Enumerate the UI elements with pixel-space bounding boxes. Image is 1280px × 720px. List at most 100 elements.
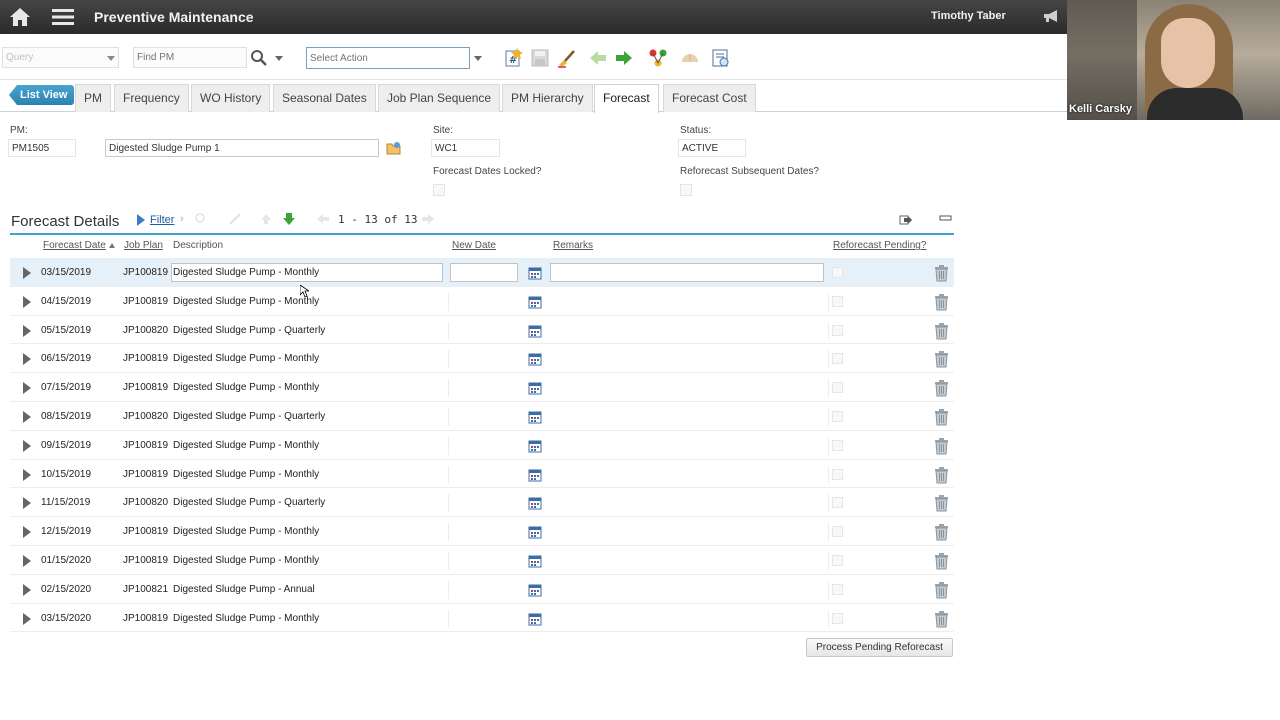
previous-page-icon[interactable] [316, 212, 330, 226]
table-row[interactable]: 11/15/2019 JP100820 Digested Sludge Pump -… [10, 488, 954, 518]
calendar-icon[interactable] [528, 295, 542, 309]
trash-icon[interactable] [933, 322, 950, 340]
row-expand-icon[interactable] [23, 497, 31, 510]
row-expand-icon[interactable] [23, 410, 31, 423]
column-header-new-date[interactable]: New Date [452, 240, 496, 251]
reforecast-pending-checkbox[interactable] [832, 468, 843, 480]
table-row[interactable]: 04/15/2019 JP100819 Digested Sludge Pump -… [10, 287, 954, 316]
row-expand-icon[interactable] [23, 382, 31, 395]
row-expand-icon[interactable] [23, 554, 31, 567]
reforecast-pending-checkbox[interactable] [832, 295, 843, 307]
hamburger-menu-icon[interactable] [52, 8, 74, 26]
row-expand-icon[interactable] [23, 583, 31, 596]
trash-icon[interactable] [933, 552, 950, 570]
description-cell[interactable]: Digested Sludge Pump - Monthly [171, 263, 443, 282]
trash-icon[interactable] [933, 293, 950, 311]
column-header-forecast-date[interactable]: Forecast Date [43, 240, 115, 251]
tab-frequency[interactable]: Frequency [114, 84, 189, 112]
user-name[interactable]: Timothy Taber [931, 10, 1006, 22]
table-row[interactable]: 01/15/2020 JP100819 Digested Sludge Pump -… [10, 546, 954, 575]
home-icon[interactable] [9, 6, 31, 28]
tab-forecast-cost[interactable]: Forecast Cost [663, 84, 756, 112]
table-row[interactable]: 09/15/2019 JP100819 Digested Sludge Pump -… [10, 431, 954, 460]
new-date-input[interactable] [450, 263, 518, 282]
reforecast-pending-checkbox[interactable] [832, 382, 843, 394]
table-row[interactable]: 10/15/2019 JP100819 Digested Sludge Pump -… [10, 460, 954, 489]
calendar-icon[interactable] [528, 496, 542, 510]
pm-field[interactable]: PM1505 [8, 139, 76, 157]
row-expand-icon[interactable] [23, 526, 31, 539]
previous-record-icon[interactable] [588, 48, 608, 68]
route-workflow-icon[interactable] [680, 48, 700, 68]
calendar-icon[interactable] [528, 554, 542, 568]
reforecast-pending-checkbox[interactable] [832, 497, 843, 509]
trash-icon[interactable] [933, 494, 950, 512]
calendar-icon[interactable] [528, 381, 542, 395]
find-in-table-icon[interactable] [194, 212, 208, 226]
download-icon[interactable] [259, 212, 273, 226]
row-expand-icon[interactable] [23, 439, 31, 452]
calendar-icon[interactable] [528, 266, 542, 280]
tab-wo-history[interactable]: WO History [191, 84, 271, 112]
save-icon[interactable] [530, 48, 550, 68]
trash-icon[interactable] [933, 610, 950, 628]
table-row[interactable]: 02/15/2020 JP100821 Digested Sludge Pump -… [10, 575, 954, 604]
calendar-icon[interactable] [528, 410, 542, 424]
tab-job-plan-sequence[interactable]: Job Plan Sequence [378, 84, 501, 112]
remarks-input[interactable] [550, 263, 824, 282]
table-row[interactable]: 06/15/2019 JP100819 Digested Sludge Pump -… [10, 344, 954, 374]
row-expand-icon[interactable] [23, 267, 31, 279]
reforecast-subsequent-checkbox[interactable] [680, 184, 692, 196]
megaphone-icon[interactable] [1043, 9, 1059, 23]
query-select[interactable]: Query [2, 47, 119, 68]
trash-icon[interactable] [933, 408, 950, 426]
sort-ascending-icon[interactable] [108, 242, 115, 248]
site-field[interactable]: WC1 [431, 139, 500, 157]
next-record-icon[interactable] [614, 48, 634, 68]
table-row[interactable]: 05/15/2019 JP100820 Digested Sludge Pump -… [10, 316, 954, 345]
calendar-icon[interactable] [528, 324, 542, 338]
trash-icon[interactable] [933, 581, 950, 599]
clear-changes-icon[interactable] [556, 48, 576, 68]
trash-icon[interactable] [933, 264, 950, 282]
next-page-down-icon[interactable] [282, 212, 296, 226]
new-record-icon[interactable]: # [503, 48, 523, 68]
search-options-chevron-icon[interactable] [275, 56, 283, 61]
row-expand-icon[interactable] [23, 353, 31, 366]
row-expand-icon[interactable] [23, 295, 31, 308]
row-expand-icon[interactable] [23, 612, 31, 625]
tab-forecast[interactable]: Forecast [594, 84, 659, 113]
reforecast-pending-checkbox[interactable] [832, 410, 843, 422]
select-action-input[interactable] [306, 47, 470, 69]
status-field[interactable]: ACTIVE [678, 139, 746, 157]
calendar-icon[interactable] [528, 439, 542, 453]
column-header-reforecast-pending[interactable]: Reforecast Pending? [833, 240, 926, 251]
reforecast-pending-checkbox[interactable] [832, 612, 843, 624]
column-header-remarks[interactable]: Remarks [553, 240, 593, 251]
find-pm-input[interactable] [133, 47, 247, 68]
clear-filter-icon[interactable] [228, 212, 242, 226]
table-row[interactable]: 07/15/2019 JP100819 Digested Sludge Pump -… [10, 373, 954, 402]
reforecast-pending-checkbox[interactable] [832, 267, 843, 278]
collapse-section-icon[interactable] [939, 212, 953, 226]
chevron-down-icon[interactable] [107, 56, 115, 61]
calendar-icon[interactable] [528, 583, 542, 597]
table-row[interactable]: 03/15/2020 JP100819 Digested Sludge Pump -… [10, 604, 954, 633]
reforecast-pending-checkbox[interactable] [832, 439, 843, 451]
next-page-icon[interactable] [421, 212, 435, 226]
calendar-icon[interactable] [528, 525, 542, 539]
calendar-icon[interactable] [528, 352, 542, 366]
reforecast-pending-checkbox[interactable] [832, 353, 843, 365]
workflow-icon[interactable] [648, 48, 668, 68]
reforecast-pending-checkbox[interactable] [832, 526, 843, 538]
reforecast-pending-checkbox[interactable] [832, 583, 843, 595]
table-row[interactable]: 03/15/2019 JP100819 Digested Sludge Pump -… [10, 258, 954, 287]
filter-chevron-icon[interactable]: › [180, 213, 184, 225]
report-icon[interactable] [711, 48, 731, 68]
calendar-icon[interactable] [528, 468, 542, 482]
export-icon[interactable] [899, 212, 913, 226]
trash-icon[interactable] [933, 437, 950, 455]
reforecast-pending-checkbox[interactable] [832, 554, 843, 566]
forecast-dates-locked-checkbox[interactable] [433, 184, 445, 196]
trash-icon[interactable] [933, 350, 950, 368]
